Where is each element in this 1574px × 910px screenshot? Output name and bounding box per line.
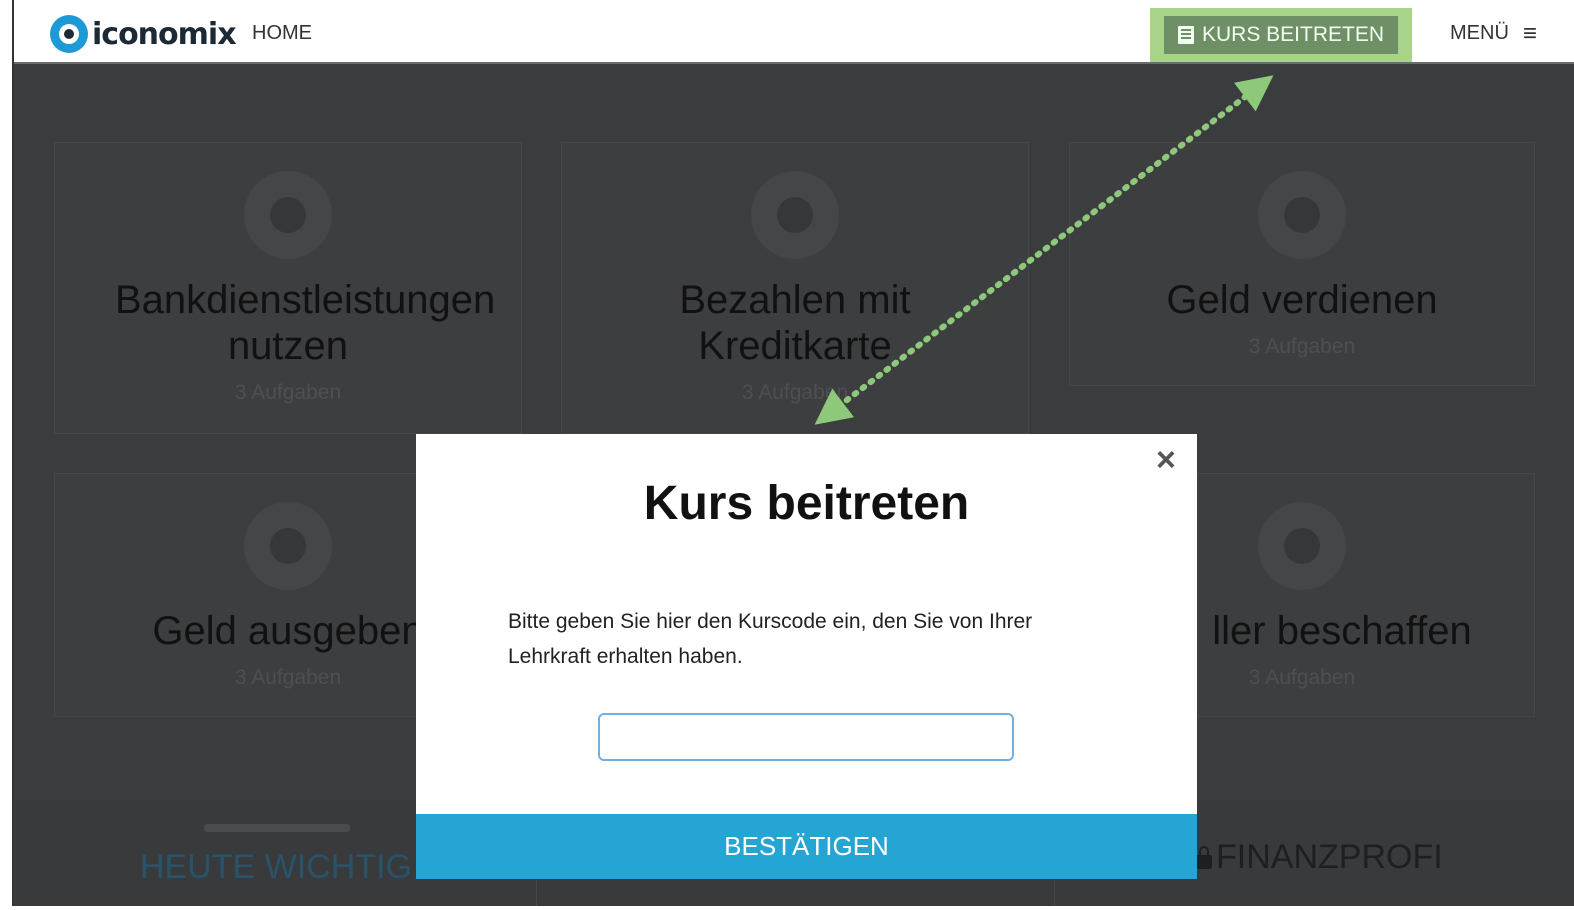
topic-icon — [1258, 171, 1346, 259]
modal-instructions: Bitte geben Sie hier den Kurscode ein, d… — [508, 610, 1033, 668]
iconomix-logo[interactable]: iconomix — [50, 14, 237, 54]
topic-card[interactable]: Bezahlen mit Kreditkarte 3 Aufgaben — [561, 142, 1029, 434]
finanzprofi-label: FINANZPROFI — [1216, 838, 1443, 876]
confirm-button[interactable]: BESTÄTIGEN — [416, 814, 1197, 879]
nav-home-link[interactable]: HOME — [252, 22, 312, 45]
join-course-button[interactable]: KURS BEITRETEN — [1164, 16, 1398, 54]
top-navbar: iconomix HOME KURS BEITRETEN MENÜ ≡ — [14, 0, 1574, 64]
topic-title: Bezahlen mit Kreditkarte — [679, 278, 911, 368]
close-icon[interactable]: × — [1156, 442, 1176, 478]
logo-text: iconomix — [92, 16, 237, 52]
topic-task-count: 3 Aufgaben — [234, 381, 342, 404]
menu-label: MENÜ — [1450, 22, 1509, 44]
notebook-icon — [1177, 26, 1194, 44]
section-heading-heute-wichtig: HEUTE WICHTIG — [140, 848, 412, 886]
logo-mark-icon — [50, 15, 88, 53]
join-course-label: KURS BEITRETEN — [1201, 23, 1385, 46]
topic-title: Geld verdienen — [1166, 278, 1438, 322]
course-code-input[interactable] — [598, 713, 1014, 761]
topic-card[interactable]: Bankdienstleistungen nutzen 3 Aufgaben — [54, 142, 522, 434]
lock-icon — [1196, 845, 1212, 869]
menu-button[interactable]: MENÜ ≡ — [1450, 19, 1537, 47]
topic-icon — [1258, 502, 1346, 590]
window-left-edge — [0, 0, 14, 910]
progress-bar-placeholder — [204, 824, 350, 832]
section-heading-finanzprofi: FINANZPROFI — [1196, 838, 1443, 877]
join-course-modal: × Kurs beitreten Bitte geben Sie hier de… — [416, 434, 1197, 879]
topic-card[interactable]: Geld verdienen 3 Aufgaben — [1069, 142, 1535, 386]
modal-title: Kurs beitreten — [643, 477, 970, 530]
hamburger-icon: ≡ — [1522, 19, 1537, 47]
topic-icon — [244, 502, 332, 590]
topic-task-count: 3 Aufgaben — [741, 381, 849, 404]
topic-task-count: 3 Aufgaben — [1248, 335, 1356, 358]
window-bottom-edge — [0, 906, 1574, 910]
topic-icon — [751, 171, 839, 259]
topic-title: Bankdienstleistungen nutzen — [115, 278, 496, 368]
topic-icon — [244, 171, 332, 259]
